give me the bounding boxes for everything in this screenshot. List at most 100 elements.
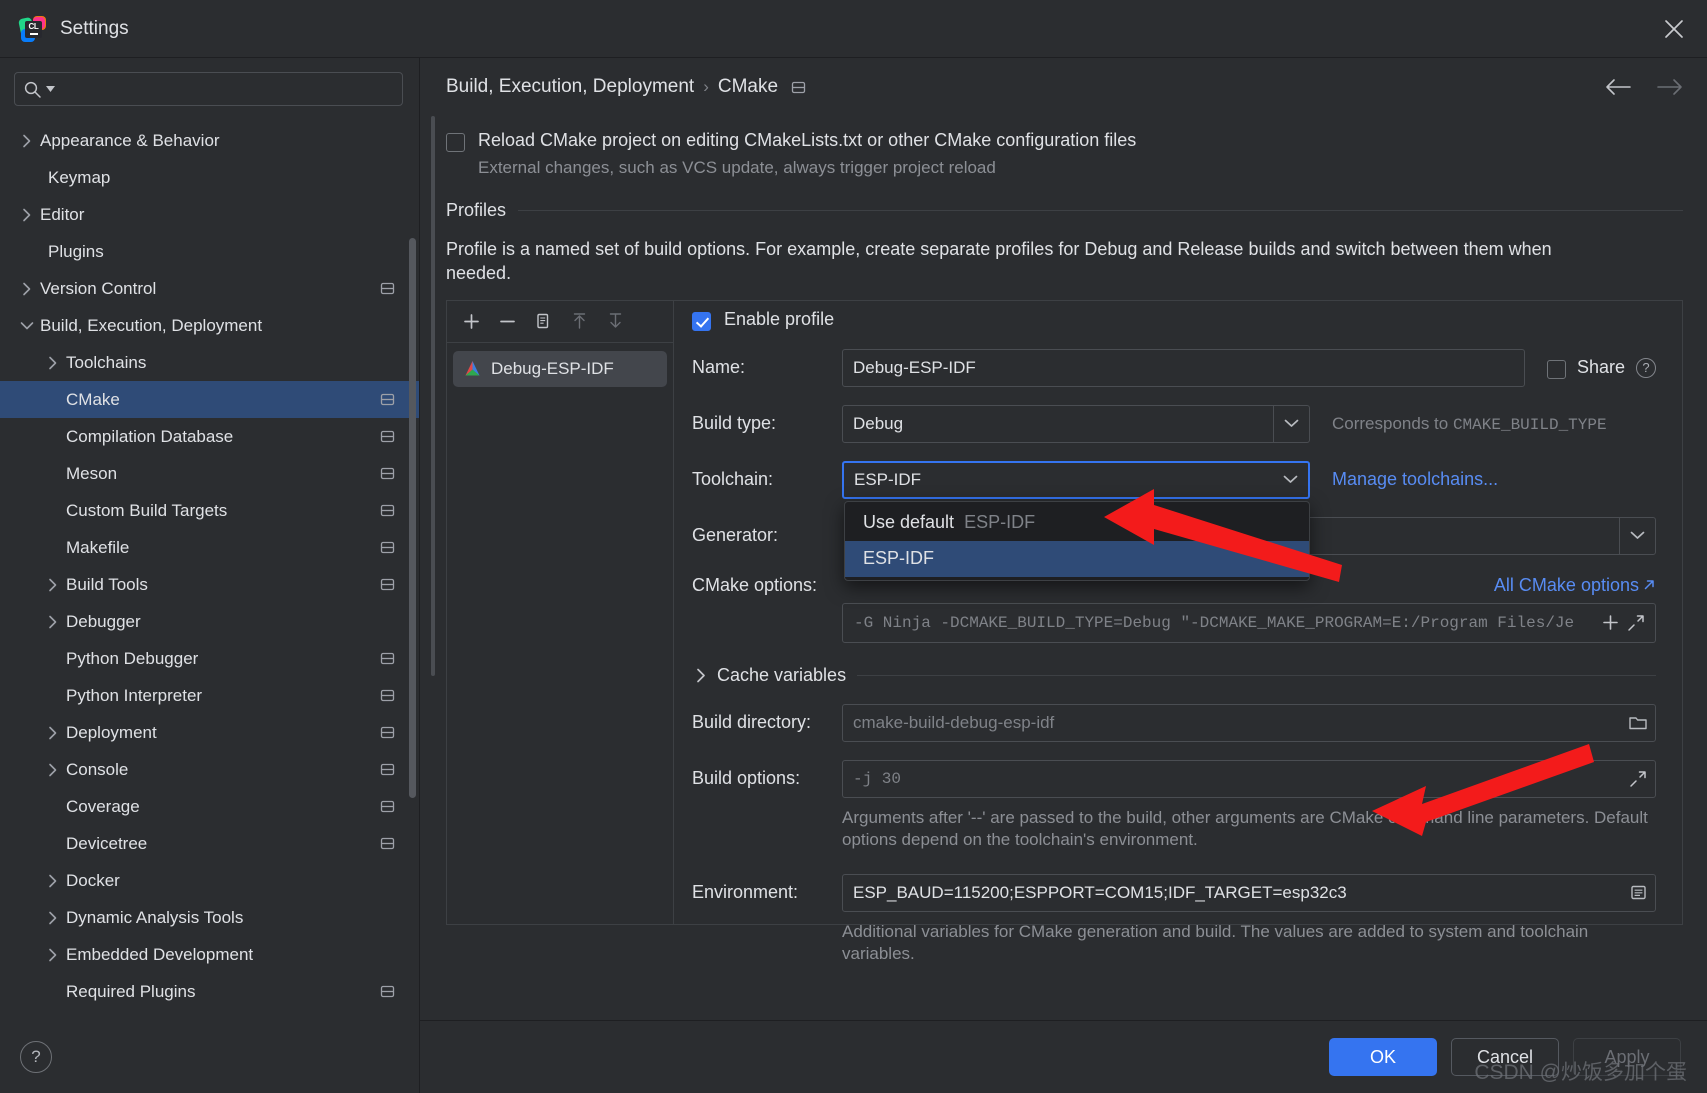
dropdown-option-esp-idf[interactable]: ESP-IDF (845, 540, 1309, 577)
sidebar-item-coverage[interactable]: Coverage (0, 788, 419, 825)
title-bar: CL Settings (0, 0, 1707, 58)
arrow-right-icon[interactable] (1657, 78, 1683, 96)
chevron-down-icon[interactable] (1619, 517, 1655, 554)
toolchain-select[interactable]: ESP-IDF (842, 460, 1310, 499)
arrow-left-icon[interactable] (1605, 78, 1631, 96)
chevron-down-icon[interactable] (1272, 463, 1308, 497)
toolchain-value: ESP-IDF (854, 469, 922, 489)
cache-variables-label: Cache variables (717, 664, 847, 685)
cache-variables-section[interactable]: Cache variables (692, 665, 1656, 686)
chevron-right-icon[interactable] (14, 282, 40, 296)
chevron-right-icon[interactable] (40, 726, 66, 740)
project-scope-icon (380, 429, 395, 444)
sidebar-item-label: Console (66, 759, 129, 779)
chevron-right-icon[interactable] (14, 134, 40, 148)
sidebar-item-custom-build-targets[interactable]: Custom Build Targets (0, 492, 419, 529)
move-up-button[interactable] (564, 306, 594, 336)
sidebar-item-editor[interactable]: Editor (0, 196, 419, 233)
expand-cmake-options-icon[interactable] (1623, 614, 1649, 632)
build-type-select[interactable]: Debug (842, 404, 1310, 443)
sidebar-item-cmake[interactable]: CMake (0, 381, 419, 418)
sidebar-item-toolchains[interactable]: Toolchains (0, 344, 419, 381)
chevron-right-icon[interactable] (40, 763, 66, 777)
sidebar-scrollbar[interactable] (409, 238, 416, 798)
move-down-button[interactable] (600, 306, 630, 336)
share-group: Share ? (1546, 357, 1656, 379)
settings-tree[interactable]: Appearance & Behavior Keymap Editor Plugins… (0, 116, 419, 1021)
chevron-right-icon[interactable] (40, 948, 66, 962)
breadcrumb-parent[interactable]: Build, Execution, Deployment (446, 76, 694, 98)
sidebar-item-appearance-behavior[interactable]: Appearance & Behavior (0, 122, 419, 159)
sidebar-item-label: Plugins (48, 241, 104, 261)
list-edit-icon[interactable] (1625, 883, 1651, 902)
share-help-icon[interactable]: ? (1636, 357, 1656, 378)
manage-toolchains-link[interactable]: Manage toolchains... (1332, 469, 1498, 490)
search-box[interactable] (14, 72, 403, 106)
add-option-button[interactable] (1597, 613, 1623, 632)
cmake-options-input[interactable]: -G Ninja -DCMAKE_BUILD_TYPE=Debug "-DCMA… (842, 602, 1656, 643)
window-title: Settings (60, 17, 129, 39)
all-cmake-options-link[interactable]: All CMake options (1494, 575, 1656, 596)
sidebar-item-dynamic-analysis-tools[interactable]: Dynamic Analysis Tools (0, 899, 419, 936)
build-type-hint: Corresponds to CMAKE_BUILD_TYPE (1332, 413, 1607, 434)
expand-build-options-icon[interactable] (1625, 770, 1651, 788)
search-input[interactable] (59, 81, 394, 97)
search-dropdown-caret[interactable] (46, 85, 55, 93)
chevron-right-icon[interactable] (14, 208, 40, 222)
chevron-down-icon[interactable] (1273, 405, 1309, 442)
sidebar-item-version-control[interactable]: Version Control (0, 270, 419, 307)
sidebar-item-build-execution-deployment[interactable]: Build, Execution, Deployment (0, 307, 419, 344)
sidebar-item-label: Debugger (66, 611, 141, 631)
sidebar-item-python-interpreter[interactable]: Python Interpreter (0, 677, 419, 714)
close-icon[interactable] (1657, 12, 1691, 46)
cancel-button[interactable]: Cancel (1451, 1038, 1559, 1076)
sidebar-item-makefile[interactable]: Makefile (0, 529, 419, 566)
dropdown-option-use-default[interactable]: Use default ESP-IDF (845, 505, 1309, 541)
enable-profile-checkbox[interactable] (692, 311, 711, 331)
chevron-right-icon[interactable] (40, 356, 66, 370)
sidebar-item-label: Required Plugins (66, 981, 196, 1001)
sidebar-item-debugger[interactable]: Debugger (0, 603, 419, 640)
sidebar-item-build-tools[interactable]: Build Tools (0, 566, 419, 603)
help-button[interactable]: ? (20, 1041, 52, 1073)
build-options-note: Arguments after '--' are passed to the b… (842, 807, 1648, 850)
toolchain-dropdown[interactable]: Use default ESP-IDF ESP-IDF (844, 500, 1310, 581)
chevron-right-icon[interactable] (40, 615, 66, 629)
dialog-footer: OK Cancel Apply CSDN @炒饭多加个蛋 (420, 1020, 1707, 1093)
sidebar-item-plugins[interactable]: Plugins (0, 233, 419, 270)
chevron-right-icon[interactable] (40, 874, 66, 888)
build-options-input[interactable]: -j 30 (842, 759, 1656, 798)
environment-input[interactable]: ESP_BAUD=115200;ESPPORT=COM15;IDF_TARGET… (842, 873, 1656, 912)
ok-button[interactable]: OK (1329, 1038, 1437, 1076)
sidebar-item-meson[interactable]: Meson (0, 455, 419, 492)
sidebar-item-deployment[interactable]: Deployment (0, 714, 419, 751)
sidebar-item-label: CMake (66, 389, 120, 409)
sidebar-item-devicetree[interactable]: Devicetree (0, 825, 419, 862)
apply-button[interactable]: Apply (1573, 1038, 1681, 1076)
sidebar-item-embedded-development[interactable]: Embedded Development (0, 936, 419, 973)
project-scope-icon (380, 762, 395, 777)
reload-cmake-checkbox[interactable] (446, 133, 465, 152)
project-scope-icon (380, 577, 395, 592)
sidebar-item-console[interactable]: Console (0, 751, 419, 788)
name-input[interactable]: Debug-ESP-IDF (842, 348, 1525, 387)
project-scope-icon (380, 799, 395, 814)
chevron-right-icon[interactable] (40, 578, 66, 592)
content-scrollbar[interactable] (431, 116, 435, 676)
add-profile-button[interactable] (456, 306, 486, 336)
folder-icon[interactable] (1625, 714, 1651, 732)
build-directory-input[interactable]: cmake-build-debug-esp-idf (842, 703, 1656, 742)
chevron-down-icon[interactable] (14, 321, 40, 331)
sidebar-item-compilation-database[interactable]: Compilation Database (0, 418, 419, 455)
sidebar-item-python-debugger[interactable]: Python Debugger (0, 640, 419, 677)
sidebar-item-docker[interactable]: Docker (0, 862, 419, 899)
share-checkbox[interactable] (1546, 359, 1566, 379)
chevron-right-icon[interactable] (696, 668, 706, 683)
project-scope-icon (380, 984, 395, 999)
list-item[interactable]: Debug-ESP-IDF (453, 350, 667, 387)
remove-profile-button[interactable] (492, 306, 522, 336)
chevron-right-icon[interactable] (40, 911, 66, 925)
copy-profile-button[interactable] (528, 306, 558, 336)
sidebar-item-required-plugins[interactable]: Required Plugins (0, 973, 419, 1010)
sidebar-item-keymap[interactable]: Keymap (0, 159, 419, 196)
